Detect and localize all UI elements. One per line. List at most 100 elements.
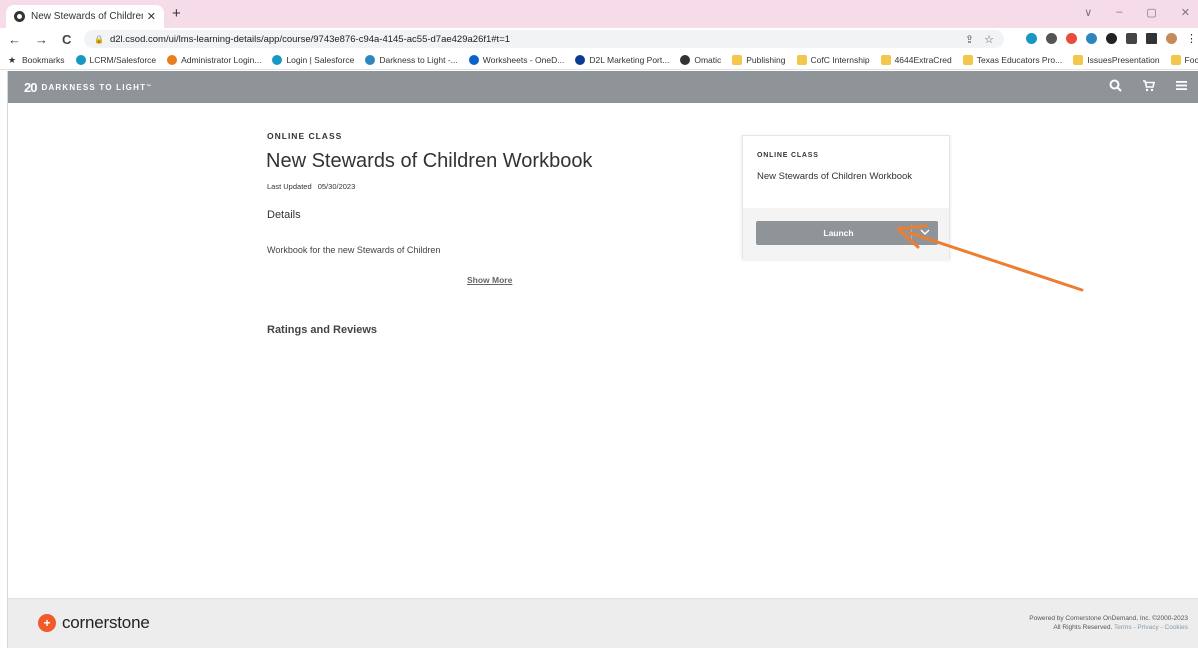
bookmark-label: Food [1184,54,1198,65]
cornerstone-mark-icon: + [38,614,56,632]
rights-text: All Rights Reserved. [1053,624,1113,631]
bookmark-item[interactable]: Darkness to Light -... [365,54,458,65]
folder-icon [962,54,973,65]
page-footer: + cornerstone Powered by Cornerstone OnD… [8,598,1198,648]
app-header: 20 DARKNESS TO LIGHT ™ [8,71,1198,103]
launch-button-label: Launch [823,228,854,238]
star-icon: ★ [8,54,17,65]
hamburger-menu-icon[interactable] [1175,79,1188,95]
bookmark-star-icon[interactable]: ☆ [984,33,994,46]
bookmark-item[interactable]: CofC Internship [796,54,870,65]
darkness-to-light-logo[interactable]: 20 DARKNESS TO LIGHT ™ [24,80,152,95]
bookmark-item[interactable]: Food [1170,54,1198,65]
extension-icon[interactable] [1046,33,1057,44]
bookmark-label: CofC Internship [810,54,870,65]
bookmark-label: IssuesPresentation [1087,54,1160,65]
bookmark-label: Administrator Login... [181,54,262,65]
d2l-marketing-icon [575,54,586,65]
cart-icon[interactable] [1142,79,1155,95]
bookmark-label: LCRM/Salesforce [89,54,157,65]
folder-icon [732,54,743,65]
footer-links[interactable]: Terms - Privacy - Cookies [1114,624,1188,631]
bookmark-label: Darkness to Light -... [379,54,458,65]
reload-icon[interactable]: C [62,32,71,47]
ratings-heading: Ratings and Reviews [267,324,378,336]
powered-by-text: Powered by Cornerstone OnDemand, Inc. ©2… [1029,615,1188,622]
bookmark-label: Omatic [694,54,722,65]
minimize-icon[interactable]: – [1116,6,1122,19]
onedrive-icon [468,54,479,65]
tab-title: New Stewards of Children Workb [31,11,143,22]
chevron-down-icon[interactable] [912,228,938,239]
window-controls: ∨ – ▢ ✕ [1084,6,1190,19]
last-updated: Last Updated 05/30/2023 [267,182,355,191]
launch-button[interactable]: Launch [756,221,938,245]
bookmark-item[interactable]: Omatic [680,54,722,65]
details-heading: Details [267,209,301,221]
bookmark-item[interactable]: Texas Educators Pro... [962,54,1063,65]
folder-icon [1073,54,1084,65]
logo-tm: ™ [146,84,153,90]
salesforce-icon [272,54,283,65]
card-course-title: New Stewards of Children Workbook [757,171,913,182]
bookmark-label: Login | Salesforce [286,54,355,65]
footer-copyright: Powered by Cornerstone OnDemand, Inc. ©2… [1029,614,1188,632]
profile-avatar[interactable] [1166,33,1177,44]
extensions-icon[interactable] [1106,33,1117,44]
share-icon[interactable]: ⇪ [965,33,974,46]
bookmark-label: Bookmarks [22,54,65,65]
course-type-label: ONLINE CLASS [267,131,343,141]
browser-tab-active[interactable]: New Stewards of Children Workb ✕ [6,5,164,28]
bookmark-item[interactable]: 4644ExtraCred [880,54,952,65]
extensions-area: ⋮ [1026,32,1197,45]
folder-icon [796,54,807,65]
search-icon[interactable] [1109,79,1122,95]
bookmark-item[interactable]: Worksheets - OneD... [468,54,564,65]
cornerstone-logo[interactable]: + cornerstone [38,613,150,633]
new-tab-button[interactable]: + [172,5,181,22]
salesforce-extension-icon[interactable] [1026,33,1037,44]
globe-icon [680,54,691,65]
cornerstone-brand-name: cornerstone [62,613,150,632]
folder-icon [1170,54,1181,65]
side-panel-icon[interactable] [1146,33,1157,44]
last-updated-value: 05/30/2023 [317,182,356,191]
browser-toolbar: ← → C 🔒 d2l.csod.com/ui/lms-learning-det… [0,28,1198,50]
admin-icon [167,54,178,65]
bookmark-item[interactable]: Login | Salesforce [272,54,355,65]
site-favicon-icon [14,11,25,22]
bookmark-item[interactable]: Publishing [732,54,786,65]
tab-close-icon[interactable]: ✕ [147,10,156,23]
bookmark-item[interactable]: LCRM/Salesforce [75,54,157,65]
bookmark-item[interactable]: D2L Marketing Port... [575,54,669,65]
back-icon[interactable]: ← [8,32,21,47]
last-updated-label: Last Updated [267,182,312,191]
bookmark-item[interactable]: Administrator Login... [167,54,262,65]
bookmark-label: Texas Educators Pro... [976,54,1063,65]
forward-icon[interactable]: → [35,32,48,47]
salesforce-icon [75,54,86,65]
bookmark-label: 4644ExtraCred [894,54,952,65]
tab-search-icon[interactable]: ∨ [1084,6,1092,19]
d2l-icon [365,54,376,65]
page-title: New Stewards of Children Workbook [266,150,593,172]
browser-menu-icon[interactable]: ⋮ [1186,32,1197,45]
bookmark-item[interactable]: IssuesPresentation [1073,54,1160,65]
logo-text: DARKNESS TO LIGHT [41,82,147,92]
page-left-gutter [0,71,8,648]
maximize-icon[interactable]: ▢ [1146,6,1156,19]
puzzle-extension-icon[interactable] [1066,33,1077,44]
address-bar[interactable]: 🔒 d2l.csod.com/ui/lms-learning-details/a… [84,30,1004,48]
grammar-extension-icon[interactable] [1086,33,1097,44]
card-course-type: ONLINE CLASS [757,152,819,159]
launch-card: ONLINE CLASS New Stewards of Children Wo… [742,135,950,260]
lock-icon: 🔒 [94,34,104,44]
course-description: Workbook for the new Stewards of Childre… [267,245,441,255]
bookmark-label: Publishing [746,54,786,65]
show-more-link[interactable]: Show More [467,275,512,285]
url-text: d2l.csod.com/ui/lms-learning-details/app… [109,33,511,45]
bookmark-item[interactable]: ★ Bookmarks [8,55,65,65]
close-window-icon[interactable]: ✕ [1181,6,1190,19]
reading-list-icon[interactable] [1126,33,1137,44]
header-actions [1109,79,1188,95]
